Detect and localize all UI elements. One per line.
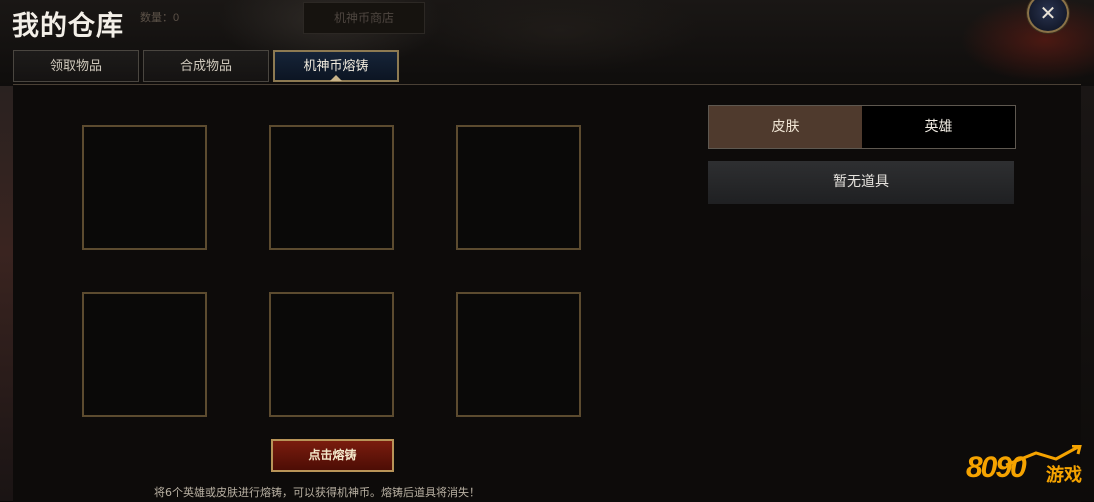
page-title: 我的仓库 <box>12 11 124 42</box>
watermark-number: 8090 <box>966 451 1027 484</box>
tab-bar: 领取物品 合成物品 机神币熔铸 <box>13 50 403 82</box>
forge-slot-2[interactable] <box>269 125 394 250</box>
item-count-label: 数量：0 <box>140 12 180 24</box>
forge-hint-text: 将6个英雄或皮肤进行熔铸，可以获得机神币。熔铸后道具将消失！ <box>154 486 480 499</box>
tab-coin-forge[interactable]: 机神币熔铸 <box>273 50 399 82</box>
filter-hero-button[interactable]: 英雄 <box>862 106 1015 148</box>
coin-shop-button[interactable]: 机神币商店 <box>303 2 425 34</box>
empty-inventory-message: 暂无道具 <box>708 161 1014 204</box>
close-icon: ✕ <box>1039 1 1057 25</box>
forge-slot-6[interactable] <box>456 292 581 417</box>
forge-slot-3[interactable] <box>456 125 581 250</box>
tab-label: 领取物品 <box>49 59 102 74</box>
item-type-filter: 皮肤 英雄 <box>708 105 1016 149</box>
forge-slot-5[interactable] <box>269 292 394 417</box>
right-background-edge <box>1081 86 1094 501</box>
site-watermark-logo: 8090 游戏 <box>966 445 1086 497</box>
forge-button[interactable]: 点击熔铸 <box>271 439 394 472</box>
tab-synthesize-items[interactable]: 合成物品 <box>143 50 269 82</box>
filter-skin-button[interactable]: 皮肤 <box>709 106 862 148</box>
watermark-text: 游戏 <box>1046 465 1082 486</box>
left-background-edge <box>0 86 13 501</box>
forge-slot-4[interactable] <box>82 292 207 417</box>
tab-label: 机神币熔铸 <box>303 59 369 74</box>
forge-slot-1[interactable] <box>82 125 207 250</box>
active-tab-caret-icon <box>330 75 342 81</box>
tab-label: 合成物品 <box>179 59 232 74</box>
tab-claim-items[interactable]: 领取物品 <box>13 50 139 82</box>
